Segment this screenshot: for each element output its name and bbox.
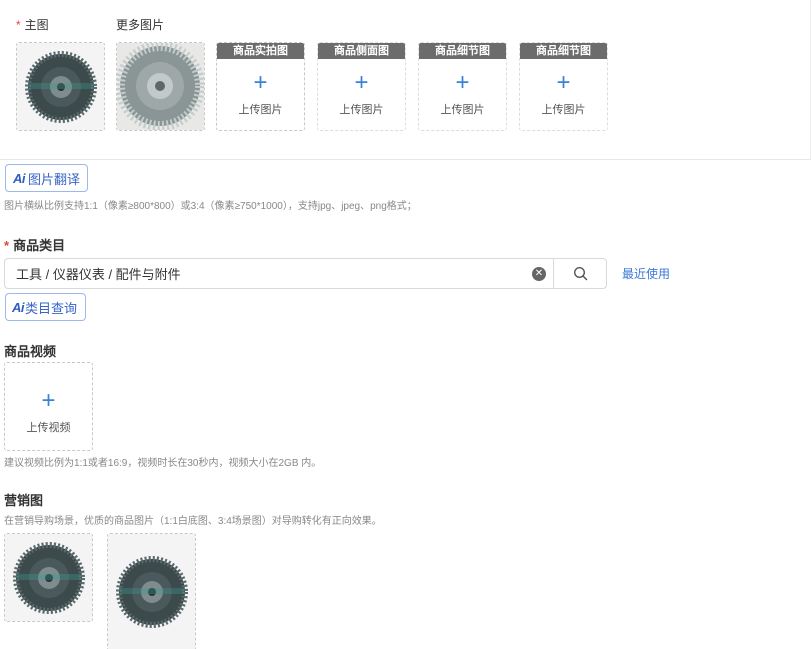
ai-category-lookup-button[interactable]: Ai 类目查询	[5, 293, 87, 321]
upload-slot-label: 上传图片	[541, 104, 586, 116]
ai-image-translate-button[interactable]: Ai 图片翻译	[5, 164, 89, 192]
wheel-product-image	[5, 534, 92, 621]
wheel-product-image	[17, 43, 104, 130]
wheel-product-image	[117, 43, 204, 130]
video-title: 商品视频	[4, 344, 57, 359]
wheel-product-image	[108, 534, 195, 649]
slot-tag: 商品细节图	[520, 43, 607, 59]
slot-tag: 商品侧面图	[318, 43, 405, 59]
category-search-button[interactable]	[553, 259, 606, 288]
plus-icon: +	[354, 69, 369, 96]
upload-slot-side-view[interactable]: 商品侧面图 + 上传图片	[317, 42, 406, 131]
ai-logo-icon: Ai	[13, 170, 26, 186]
marketing-hint: 在营销导购场景，优质的商品图片（1:1白底图、3:4场景图）对导购转化有正向效果…	[4, 516, 382, 527]
marketing-title: 营销图	[4, 493, 44, 508]
ai-logo-icon: Ai	[12, 299, 25, 315]
main-image-label: * 主图	[16, 16, 49, 33]
marketing-square-thumbnail[interactable]	[4, 533, 93, 622]
category-input[interactable]: 工具 / 仪器仪表 / 配件与附件 ✕	[4, 258, 607, 289]
plus-icon: +	[455, 69, 470, 96]
upload-slot-label: 上传图片	[339, 104, 384, 116]
plus-icon: +	[41, 387, 56, 414]
upload-video-label: 上传视频	[26, 422, 71, 434]
plus-icon: +	[253, 69, 268, 96]
upload-slot-detail-2[interactable]: 商品细节图 + 上传图片	[519, 42, 608, 131]
image-requirements-hint: 图片横纵比例支持1:1（像素≥800*800）或3:4（像素≥750*1000）…	[4, 201, 417, 212]
category-value: 工具 / 仪器仪表 / 配件与附件	[16, 267, 181, 282]
ai-category-lookup-label: 类目查询	[25, 300, 78, 316]
upload-slot-label: 上传图片	[440, 104, 485, 116]
slot-tag: 商品细节图	[419, 43, 506, 59]
video-requirements-hint: 建议视频比例为1:1或者16:9，视频时长在30秒内，视频大小在2GB 内。	[4, 458, 322, 469]
more-images-label: 更多图片	[116, 18, 165, 32]
recent-categories-link[interactable]: 最近使用	[622, 265, 670, 282]
required-mark: *	[16, 18, 21, 32]
search-icon	[573, 266, 587, 281]
category-title-text: 商品类目	[13, 238, 66, 253]
slot-tag: 商品实拍图	[217, 43, 304, 59]
upload-slot-product-photo[interactable]: 商品实拍图 + 上传图片	[216, 42, 305, 131]
ai-image-translate-label: 图片翻译	[28, 171, 81, 187]
upload-video-slot[interactable]: + 上传视频	[4, 362, 93, 451]
required-mark: *	[4, 238, 10, 253]
upload-slot-detail-1[interactable]: 商品细节图 + 上传图片	[418, 42, 507, 131]
more-image-thumbnail[interactable]	[116, 42, 205, 131]
category-title: * 商品类目	[4, 235, 65, 254]
main-image-thumbnail[interactable]	[16, 42, 105, 131]
main-image-label-text: 主图	[24, 18, 49, 32]
upload-slot-label: 上传图片	[238, 104, 283, 116]
clear-icon[interactable]: ✕	[532, 266, 546, 281]
marketing-portrait-thumbnail[interactable]	[107, 533, 196, 649]
plus-icon: +	[556, 69, 571, 96]
